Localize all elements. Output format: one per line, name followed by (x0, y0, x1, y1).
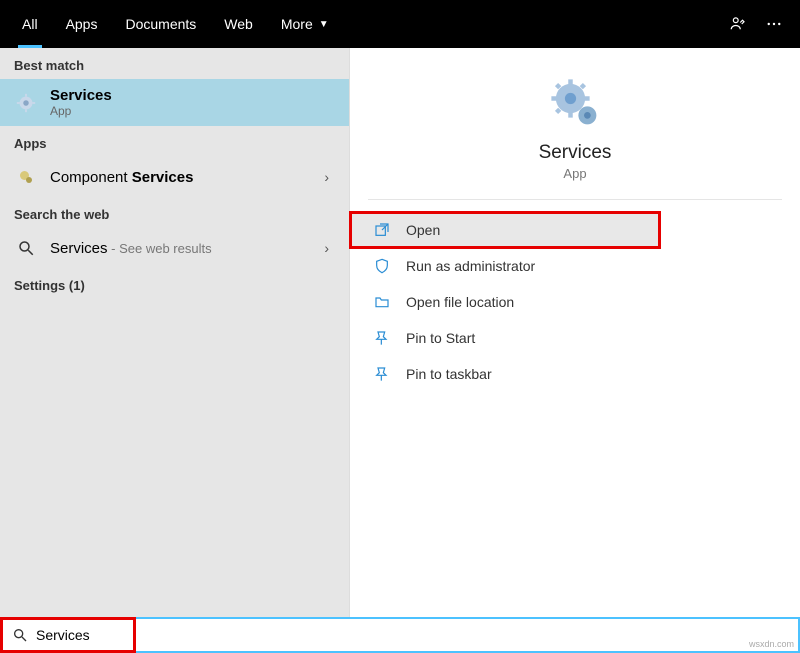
apps-label: Apps (0, 126, 349, 157)
search-filter-tabs: All Apps Documents Web More▼ (0, 0, 800, 48)
chevron-right-icon: › (318, 240, 335, 256)
tab-web[interactable]: Web (210, 0, 267, 48)
result-web-services[interactable]: Services - See web results › (0, 228, 349, 268)
action-pin-start[interactable]: Pin to Start (350, 320, 800, 356)
tab-apps[interactable]: Apps (52, 0, 112, 48)
settings-label[interactable]: Settings (1) (0, 268, 349, 299)
pin-icon (372, 364, 392, 384)
search-icon (14, 236, 38, 260)
pin-icon (372, 328, 392, 348)
search-input[interactable] (36, 627, 116, 643)
chevron-right-icon: › (318, 169, 335, 185)
action-open[interactable]: Open (350, 212, 660, 248)
open-icon (372, 220, 392, 240)
tab-more[interactable]: More▼ (267, 0, 343, 48)
watermark: wsxdn.com (749, 639, 794, 649)
result-services-app[interactable]: Services App (0, 79, 349, 126)
action-pin-taskbar[interactable]: Pin to taskbar (350, 356, 800, 392)
search-icon (12, 627, 28, 643)
search-box[interactable] (2, 619, 134, 651)
more-options-icon[interactable] (756, 6, 792, 42)
services-gear-icon (14, 91, 38, 115)
preview-title: Services (368, 142, 782, 164)
tab-documents[interactable]: Documents (111, 0, 210, 48)
folder-icon (372, 292, 392, 312)
search-web-label: Search the web (0, 197, 349, 228)
services-large-icon (548, 76, 602, 130)
preview-subtitle: App (368, 166, 782, 181)
chevron-down-icon: ▼ (319, 19, 329, 30)
tab-all[interactable]: All (8, 0, 52, 48)
taskbar-search: wsxdn.com (0, 617, 800, 653)
feedback-icon[interactable] (720, 6, 756, 42)
result-component-services[interactable]: Component Services › (0, 157, 349, 197)
component-services-icon (14, 165, 38, 189)
actions-list: Open Run as administrator Open file loca… (350, 200, 800, 404)
shield-icon (372, 256, 392, 276)
action-open-location[interactable]: Open file location (350, 284, 800, 320)
preview-panel: Services App Open Run as administrator (350, 48, 800, 617)
results-panel: Best match Services App Apps Component S… (0, 48, 350, 617)
best-match-label: Best match (0, 48, 349, 79)
action-run-admin[interactable]: Run as administrator (350, 248, 800, 284)
